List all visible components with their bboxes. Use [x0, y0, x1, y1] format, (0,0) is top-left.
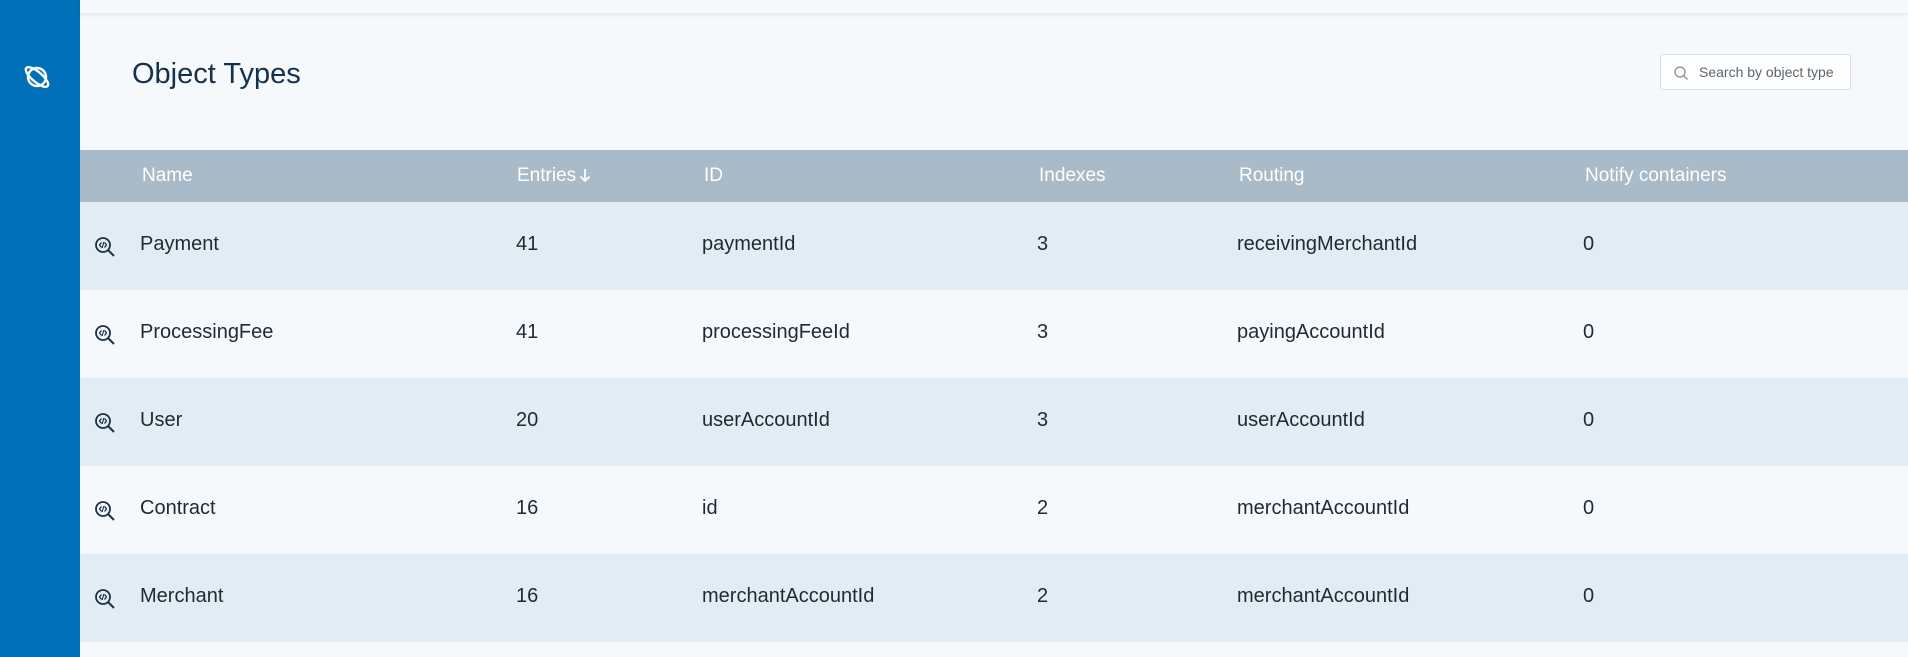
cell-name: User — [140, 409, 183, 431]
column-header-name[interactable]: Name — [142, 165, 193, 187]
cell-routing: userAccountId — [1237, 409, 1365, 431]
table-header: Name Entries ID Indexes Routing Notify c… — [80, 150, 1908, 202]
cell-indexes: 2 — [1037, 585, 1049, 607]
inspect-code-icon[interactable] — [93, 235, 117, 259]
cell-entries: 20 — [516, 409, 539, 431]
column-header-id[interactable]: ID — [704, 165, 723, 187]
cell-entries: 41 — [516, 233, 539, 255]
object-types-table: Name Entries ID Indexes Routing Notify c… — [80, 150, 1908, 642]
table-row[interactable]: Merchant 16 merchantAccountId 2 merchant… — [80, 554, 1908, 642]
inspect-code-icon[interactable] — [93, 323, 117, 347]
sidebar — [0, 0, 80, 657]
cell-indexes: 2 — [1037, 497, 1049, 519]
inspect-code-icon[interactable] — [93, 411, 117, 435]
table-row[interactable]: Contract 16 id 2 merchantAccountId 0 — [80, 466, 1908, 554]
cell-id: processingFeeId — [702, 321, 850, 343]
cell-notify-containers: 0 — [1583, 497, 1595, 519]
column-header-notify-containers[interactable]: Notify containers — [1585, 165, 1727, 187]
cell-id: merchantAccountId — [702, 585, 875, 607]
column-header-entries[interactable]: Entries — [517, 165, 591, 187]
page-title: Object Types — [132, 58, 301, 90]
cell-name: Contract — [140, 497, 216, 519]
column-header-indexes[interactable]: Indexes — [1039, 165, 1106, 187]
cell-id: paymentId — [702, 233, 796, 255]
cell-name: Payment — [140, 233, 219, 255]
cell-routing: merchantAccountId — [1237, 585, 1410, 607]
cell-routing: receivingMerchantId — [1237, 233, 1418, 255]
inspect-code-icon[interactable] — [93, 499, 117, 523]
cell-indexes: 3 — [1037, 409, 1049, 431]
top-bar — [80, 0, 1908, 13]
cell-entries: 41 — [516, 321, 539, 343]
main-content: Object Types Name Entries ID Indexes Rou… — [80, 13, 1908, 657]
cell-notify-containers: 0 — [1583, 409, 1595, 431]
search-icon — [1674, 66, 1688, 80]
cell-id: id — [702, 497, 718, 519]
cell-name: ProcessingFee — [140, 321, 274, 343]
planet-icon[interactable] — [22, 62, 52, 92]
search-input[interactable] — [1699, 62, 1845, 82]
inspect-code-icon[interactable] — [93, 587, 117, 611]
cell-indexes: 3 — [1037, 321, 1049, 343]
table-row[interactable]: Payment 41 paymentId 3 receivingMerchant… — [80, 202, 1908, 290]
cell-name: Merchant — [140, 585, 224, 607]
cell-entries: 16 — [516, 585, 539, 607]
search-box[interactable] — [1660, 54, 1851, 90]
cell-entries: 16 — [516, 497, 539, 519]
cell-id: userAccountId — [702, 409, 830, 431]
cell-notify-containers: 0 — [1583, 233, 1595, 255]
cell-routing: merchantAccountId — [1237, 497, 1410, 519]
table-row[interactable]: ProcessingFee 41 processingFeeId 3 payin… — [80, 290, 1908, 378]
cell-routing: payingAccountId — [1237, 321, 1385, 343]
table-row[interactable]: User 20 userAccountId 3 userAccountId 0 — [80, 378, 1908, 466]
cell-indexes: 3 — [1037, 233, 1049, 255]
column-header-routing[interactable]: Routing — [1239, 165, 1305, 187]
cell-notify-containers: 0 — [1583, 321, 1595, 343]
arrow-down-icon — [580, 169, 591, 183]
cell-notify-containers: 0 — [1583, 585, 1595, 607]
